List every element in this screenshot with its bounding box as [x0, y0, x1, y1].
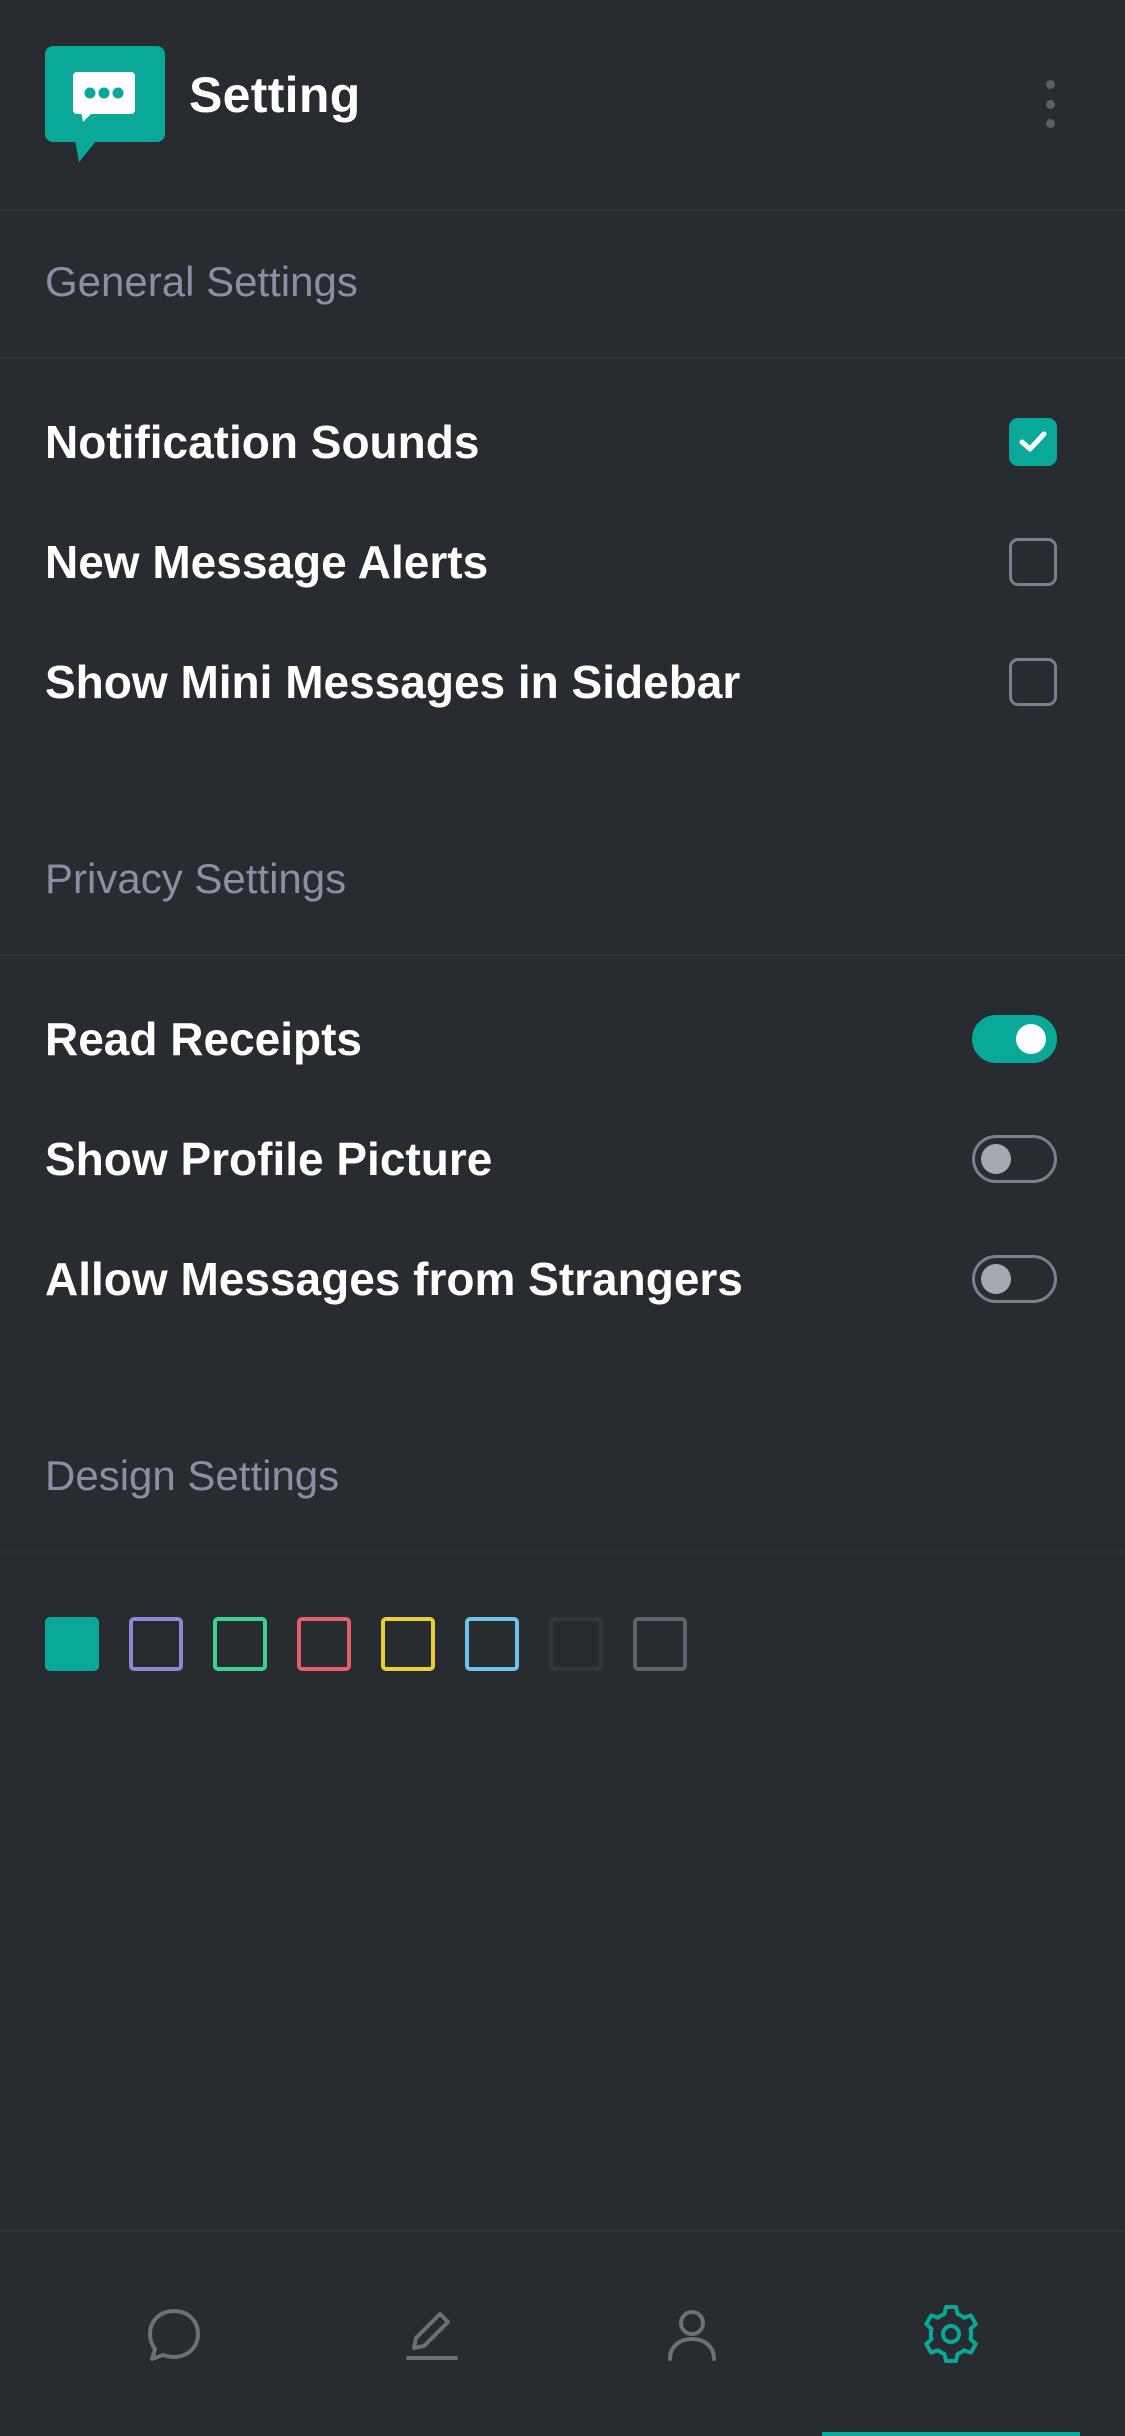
- chat-bubble-icon: [45, 46, 165, 162]
- setting-row-show-profile-picture[interactable]: Show Profile Picture: [45, 1119, 1057, 1199]
- user-icon: [668, 2310, 716, 2361]
- new-message-alerts-checkbox[interactable]: [1009, 538, 1057, 586]
- checkmark-icon: [1019, 431, 1047, 452]
- setting-label: Read Receipts: [45, 1013, 363, 1065]
- allow-strangers-toggle[interactable]: [972, 1255, 1057, 1303]
- chat-icon: [148, 2309, 200, 2361]
- toggle-knob: [1016, 1024, 1046, 1054]
- pencil-icon: [406, 2312, 458, 2360]
- nav-item-settings[interactable]: [820, 2232, 1082, 2436]
- nav-item-chats[interactable]: [43, 2232, 305, 2436]
- color-swatch-red[interactable]: [297, 1617, 351, 1671]
- color-swatch-green[interactable]: [213, 1617, 267, 1671]
- divider: [0, 357, 1125, 359]
- setting-row-show-mini-messages[interactable]: Show Mini Messages in Sidebar: [45, 642, 1057, 722]
- color-swatch-teal[interactable]: [45, 1617, 99, 1671]
- setting-row-new-message-alerts[interactable]: New Message Alerts: [45, 522, 1057, 602]
- general-settings-heading: General Settings: [45, 258, 358, 305]
- show-mini-messages-checkbox[interactable]: [1009, 658, 1057, 706]
- color-swatch-yellow[interactable]: [381, 1617, 435, 1671]
- nav-item-profile[interactable]: [561, 2232, 823, 2436]
- nav-item-compose[interactable]: [301, 2232, 563, 2436]
- divider: [0, 954, 1125, 956]
- notification-sounds-checkbox[interactable]: [1009, 418, 1057, 466]
- color-swatch-purple[interactable]: [129, 1617, 183, 1671]
- settings-screen: Setting General Settings Notification So…: [0, 0, 1125, 2436]
- page-title: Setting: [189, 67, 361, 123]
- setting-label: Notification Sounds: [45, 416, 480, 468]
- setting-row-read-receipts[interactable]: Read Receipts: [45, 999, 1057, 1079]
- setting-label: New Message Alerts: [45, 536, 489, 588]
- design-settings-heading: Design Settings: [45, 1452, 340, 1499]
- color-swatch-blue[interactable]: [465, 1617, 519, 1671]
- setting-label: Show Profile Picture: [45, 1133, 493, 1185]
- setting-row-notification-sounds[interactable]: Notification Sounds: [45, 402, 1057, 482]
- more-vertical-icon[interactable]: [1036, 76, 1064, 132]
- setting-label: Allow Messages from Strangers: [45, 1253, 743, 1305]
- setting-row-allow-strangers[interactable]: Allow Messages from Strangers: [45, 1239, 1057, 1319]
- gear-icon: [924, 2305, 978, 2363]
- bottom-navigation: [0, 2230, 1125, 2436]
- toggle-knob: [981, 1264, 1011, 1294]
- divider: [0, 1551, 1125, 1553]
- color-swatch-dark[interactable]: [549, 1617, 603, 1671]
- show-profile-picture-toggle[interactable]: [972, 1135, 1057, 1183]
- app-header: Setting: [0, 0, 1125, 211]
- privacy-settings-heading: Privacy Settings: [45, 855, 347, 902]
- active-tab-indicator: [822, 2432, 1080, 2436]
- theme-color-swatches: [45, 1617, 687, 1673]
- toggle-knob: [981, 1144, 1011, 1174]
- color-swatch-gray[interactable]: [633, 1617, 687, 1671]
- setting-label: Show Mini Messages in Sidebar: [45, 656, 741, 708]
- read-receipts-toggle[interactable]: [972, 1015, 1057, 1063]
